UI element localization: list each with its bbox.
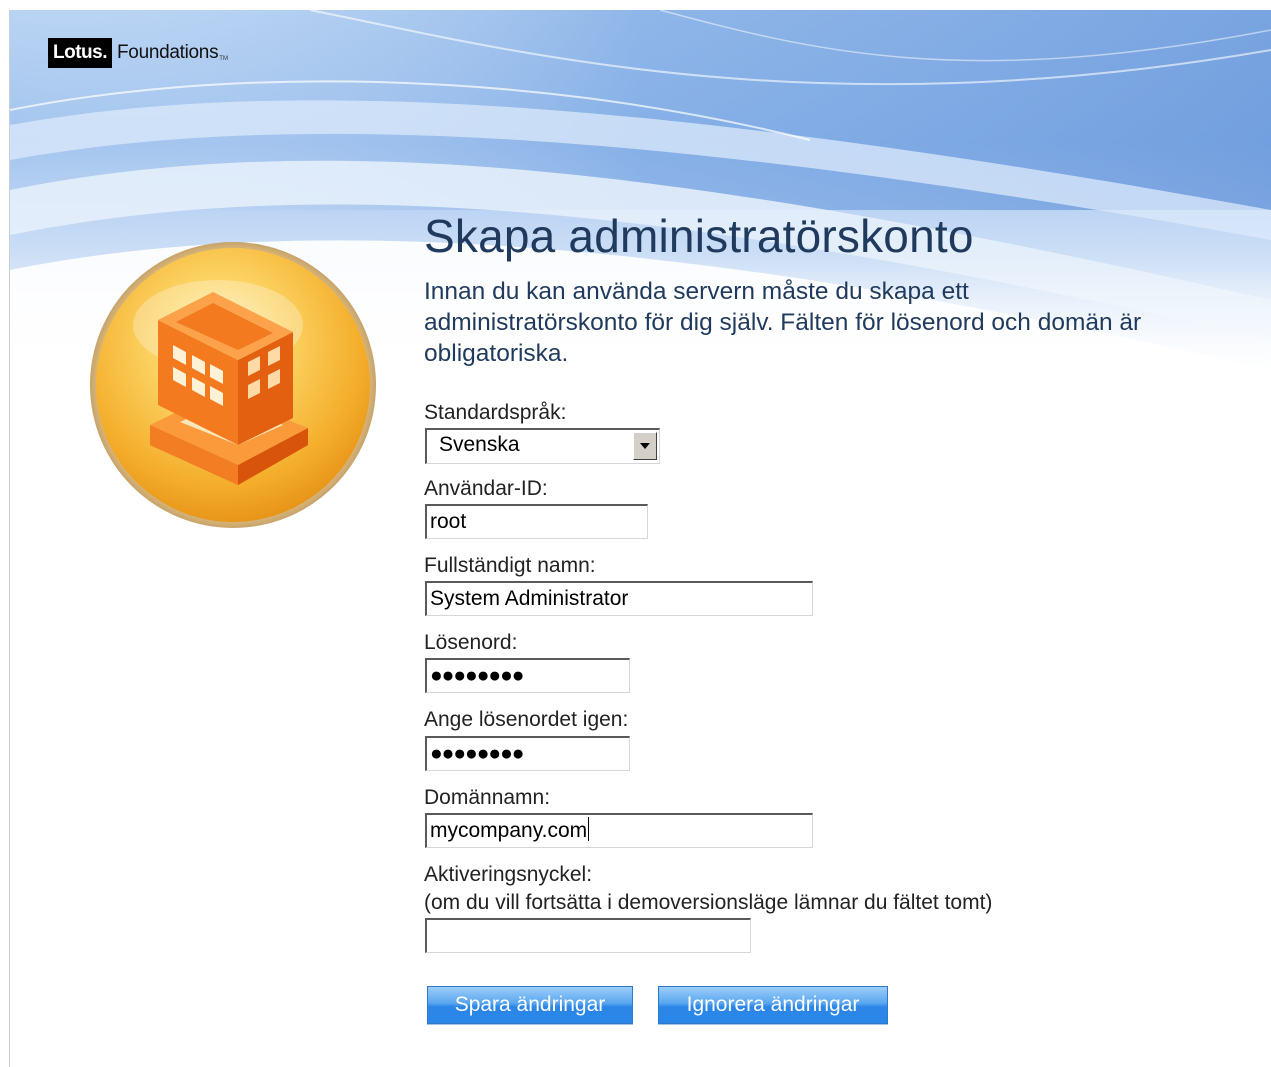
logo-product: Foundations bbox=[117, 42, 219, 63]
lotus-foundations-logo: Lotus. Foundations TM bbox=[48, 38, 228, 68]
domain-input-value: mycompany.com bbox=[430, 819, 588, 842]
password-label: Lösenord: bbox=[424, 631, 518, 654]
domain-label: Domännamn: bbox=[424, 786, 551, 809]
building-icon bbox=[88, 240, 378, 530]
ignore-button[interactable]: Ignorera ändringar bbox=[658, 986, 888, 1024]
page-title: Skapa administratörskonto bbox=[424, 210, 974, 262]
password-confirm-input[interactable]: ●●●●●●●● bbox=[425, 736, 630, 771]
user-id-label: Användar-ID: bbox=[424, 477, 548, 500]
domain-input[interactable]: mycompany.com bbox=[425, 813, 813, 848]
password-confirm-masked-value: ●●●●●●●● bbox=[430, 742, 524, 765]
language-label: Standardspråk: bbox=[424, 401, 567, 424]
activation-key-input[interactable] bbox=[425, 918, 751, 953]
main-content: Skapa administratörskonto Innan du kan a… bbox=[424, 205, 1244, 369]
chevron-down-icon[interactable] bbox=[633, 432, 657, 460]
language-select[interactable]: Svenska bbox=[425, 428, 660, 464]
intro-line-2: administratörskonto för dig själv. Fälte… bbox=[424, 309, 1142, 336]
full-name-input[interactable]: System Administrator bbox=[425, 581, 813, 616]
logo-brand: Lotus. bbox=[48, 38, 112, 68]
logo-trademark: TM bbox=[219, 56, 228, 62]
password-confirm-label: Ange lösenordet igen: bbox=[424, 708, 629, 731]
intro-line-3: obligatoriska. bbox=[424, 340, 569, 367]
password-input[interactable]: ●●●●●●●● bbox=[425, 658, 630, 693]
activation-key-hint: (om du vill fortsätta i demoversionsläge… bbox=[424, 891, 993, 914]
intro-line-1: Innan du kan använda servern måste du sk… bbox=[424, 278, 969, 305]
save-button[interactable]: Spara ändringar bbox=[427, 986, 633, 1024]
user-id-input[interactable]: root bbox=[425, 504, 648, 539]
text-caret bbox=[588, 817, 590, 841]
language-select-value: Svenska bbox=[439, 433, 520, 456]
intro-text: Innan du kan använda servern måste du sk… bbox=[424, 276, 1224, 369]
activation-key-label: Aktiveringsnyckel: bbox=[424, 863, 593, 886]
password-masked-value: ●●●●●●●● bbox=[430, 664, 524, 687]
page: Lotus. Foundations TM Skapa administratö… bbox=[0, 0, 1271, 1067]
full-name-label: Fullständigt namn: bbox=[424, 554, 596, 577]
